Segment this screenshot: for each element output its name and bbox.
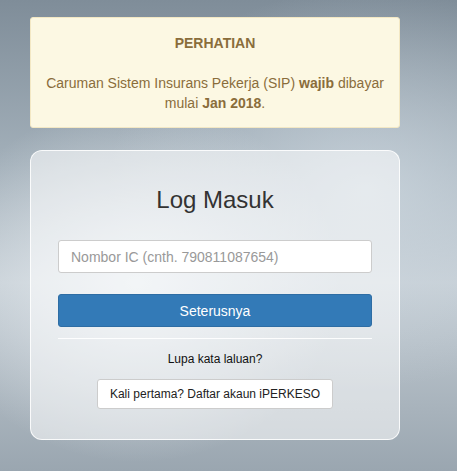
register-button[interactable]: Kali pertama? Daftar akaun iPERKESO [97, 379, 333, 409]
ic-number-input[interactable] [58, 240, 372, 273]
notice-panel: PERHATIAN Caruman Sistem Insurans Pekerja… [30, 17, 400, 128]
notice-segment: Jan 2018 [202, 95, 261, 111]
notice-segment: . [261, 95, 265, 111]
notice-segment: wajib [299, 75, 334, 91]
next-button[interactable]: Seterusnya [58, 294, 372, 327]
notice-title: PERHATIAN [46, 33, 384, 53]
notice-segment: Caruman Sistem Insurans Pekerja (SIP) [46, 75, 299, 91]
login-card: Log Masuk Seterusnya Lupa kata laluan? Kali… [30, 150, 400, 440]
login-title: Log Masuk [156, 185, 273, 215]
notice-message: Caruman Sistem Insurans Pekerja (SIP) wa… [46, 73, 384, 113]
forgot-password-link[interactable]: Lupa kata laluan? [168, 352, 263, 366]
divider [58, 338, 372, 339]
